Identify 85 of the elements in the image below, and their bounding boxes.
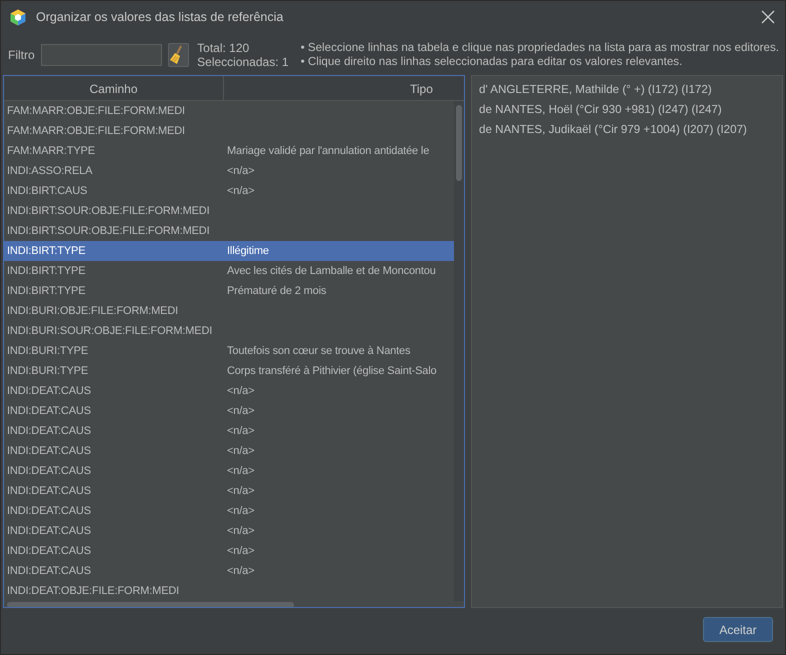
table-row[interactable]: INDI:DEAT:OBJE:FILE:FORM:MEDI [4, 581, 454, 601]
table-cell-text: INDI:DEAT:CAUS [6, 445, 92, 457]
column-header[interactable]: Caminho [4, 76, 224, 101]
table-cell-text: INDI:DEAT:CAUS [6, 405, 92, 417]
clear-filter-button[interactable] [168, 43, 190, 67]
hint-text: • Clique direito nas linhas seleccionadas para editar os valores relevantes. [300, 55, 684, 69]
list-item[interactable]: d' ANGLETERRE, Mathilde (° +) (I172) (I172) [479, 80, 775, 100]
table-cell-text: INDI:DEAT:CAUS [6, 425, 92, 437]
table-cell-text: INDI:BIRT:TYPE [6, 245, 86, 257]
table-cell-text: INDI:BIRT:TYPE [6, 285, 86, 297]
table-row[interactable]: INDI:BIRT:CAUS <n/a> [4, 181, 454, 201]
table-cell-text: INDI:BIRT:TYPE [6, 265, 86, 277]
table-cell-text: INDI:DEAT:OBJE:FILE:FORM:MEDI [6, 585, 180, 597]
table-cell-text: <n/a> [226, 525, 254, 537]
table-row[interactable]: INDI:DEAT:CAUS <n/a> [4, 541, 454, 561]
table-cell-text: FAM:MARR:OBJE:FILE:FORM:MEDI [6, 105, 186, 117]
table-row[interactable]: INDI:DEAT:CAUS <n/a> [4, 481, 454, 501]
window-title: Organizar os valores das listas de referência [36, 10, 284, 24]
table-cell-text: INDI:BIRT:SOUR:OBJE:FILE:FORM:MEDI [6, 225, 210, 237]
table-row[interactable]: INDI:DEAT:CAUS <n/a> [4, 381, 454, 401]
table-cell-text: INDI:DEAT:CAUS [6, 465, 92, 477]
table-cell-text: Avec les cités de Lamballe et de Moncontou [226, 265, 436, 277]
table-row[interactable]: INDI:BIRT:SOUR:OBJE:FILE:FORM:MEDI [4, 221, 454, 241]
table-cell-text: <n/a> [226, 405, 254, 417]
table-cell-text: <n/a> [226, 185, 254, 197]
hint-text: • Seleccione linhas na tabela e clique nas propriedades na lista para as mostrar nos editores. [300, 41, 779, 55]
app-logo-icon [10, 8, 26, 26]
table-cell-text: Toutefois son cœur se trouve à Nantes [226, 345, 410, 357]
table-cell-text: INDI:BIRT:CAUS [6, 185, 88, 197]
table-row[interactable]: INDI:BURI:TYPE Corps transféré à Pithivier (église Saint-Salo [4, 361, 454, 381]
table-cell-text: INDI:DEAT:CAUS [6, 565, 92, 577]
table-row[interactable]: INDI:BIRT:TYPE Avec les cités de Lamballe et de Moncontou [4, 261, 454, 281]
table-row[interactable]: INDI:DEAT:CAUS <n/a> [4, 421, 454, 441]
table-cell-text: INDI:BURI:TYPE [6, 345, 90, 357]
table-row[interactable]: INDI:DEAT:CAUS <n/a> [4, 501, 454, 521]
table-cell-text: <n/a> [226, 465, 254, 477]
list-item[interactable]: de NANTES, Judikaël (°Cir 979 +1004) (I207) (I207) [479, 120, 775, 140]
table-cell-text: INDI:BURI:TYPE [6, 365, 90, 377]
list-item[interactable]: de NANTES, Hoël (°Cir 930 +981) (I247) (I247) [479, 100, 775, 120]
table-cell-text: INDI:DEAT:CAUS [6, 485, 92, 497]
table-cell-text: INDI:DEAT:CAUS [6, 525, 92, 537]
table-cell-text: <n/a> [226, 485, 254, 497]
table-cell-text: INDI:DEAT:CAUS [6, 505, 92, 517]
table-row[interactable]: INDI:BURI:OBJE:FILE:FORM:MEDI [4, 301, 454, 321]
table-cell-text: <n/a> [226, 565, 254, 577]
table-row[interactable]: FAM:MARR:TYPE Mariage validé par l'annulation antidatée le [4, 141, 454, 161]
column-header[interactable]: Tipo [224, 76, 464, 101]
table-row[interactable]: INDI:DEAT:CAUS <n/a> [4, 561, 454, 581]
filter-label: Filtro [8, 48, 35, 62]
table-cell-text: INDI:DEAT:CAUS [6, 385, 92, 397]
filter-field[interactable] [40, 44, 162, 66]
table-row[interactable]: INDI:DEAT:CAUS <n/a> [4, 401, 454, 421]
table-cell-text: Illégitime [226, 245, 269, 257]
table-row[interactable]: INDI:DEAT:CAUS <n/a> [4, 441, 454, 461]
table-row[interactable]: INDI:BURI:SOUR:OBJE:FILE:FORM:MEDI [4, 321, 454, 341]
table-row[interactable]: INDI:BURI:TYPE Toutefois son cœur se trouve à Nantes [4, 341, 454, 361]
table-cell-text: INDI:BIRT:SOUR:OBJE:FILE:FORM:MEDI [6, 205, 210, 217]
table-cell-text: <n/a> [226, 505, 254, 517]
table-cell-text: INDI:BURI:SOUR:OBJE:FILE:FORM:MEDI [6, 325, 214, 337]
table-cell-text: FAM:MARR:TYPE [6, 145, 96, 157]
table-row[interactable]: FAM:MARR:OBJE:FILE:FORM:MEDI [4, 101, 454, 121]
table-row[interactable]: INDI:BIRT:TYPE Prématuré de 2 mois [4, 281, 454, 301]
table-row[interactable]: INDI:ASSO:RELA <n/a> [4, 161, 454, 181]
table-cell-text: INDI:DEAT:CAUS [6, 545, 92, 557]
close-icon[interactable] [761, 10, 775, 24]
table-cell-text: Corps transféré à Pithivier (église Saint-Salo [226, 365, 437, 377]
table-cell-text: <n/a> [226, 425, 254, 437]
accept-button[interactable]: Aceitar [703, 617, 773, 642]
table-row[interactable]: FAM:MARR:OBJE:FILE:FORM:MEDI [4, 121, 454, 141]
table-cell-text: <n/a> [226, 545, 254, 557]
table-row[interactable]: INDI:BIRT:SOUR:OBJE:FILE:FORM:MEDI [4, 201, 454, 221]
table-cell-text: Mariage validé par l'annulation antidatée le [226, 145, 430, 157]
selected-count: Seleccionadas: 1 [197, 55, 290, 69]
table-cell-text: FAM:MARR:OBJE:FILE:FORM:MEDI [6, 125, 186, 137]
table-cell-text: Prématuré de 2 mois [226, 285, 326, 297]
table-row[interactable]: INDI:DEAT:CAUS <n/a> [4, 521, 454, 541]
table-cell-text: <n/a> [226, 165, 254, 177]
vertical-scrollbar[interactable] [454, 101, 464, 601]
table-cell-text: <n/a> [226, 385, 254, 397]
table-cell-text: INDI:ASSO:RELA [6, 165, 94, 177]
table-row[interactable]: INDI:DEAT:CAUS <n/a> [4, 461, 454, 481]
total-count: Total: 120 [197, 41, 250, 55]
table-cell-text: <n/a> [226, 445, 254, 457]
table-row[interactable]: INDI:BIRT:TYPE Illégitime [4, 241, 454, 261]
table-cell-text: INDI:BURI:OBJE:FILE:FORM:MEDI [6, 305, 180, 317]
